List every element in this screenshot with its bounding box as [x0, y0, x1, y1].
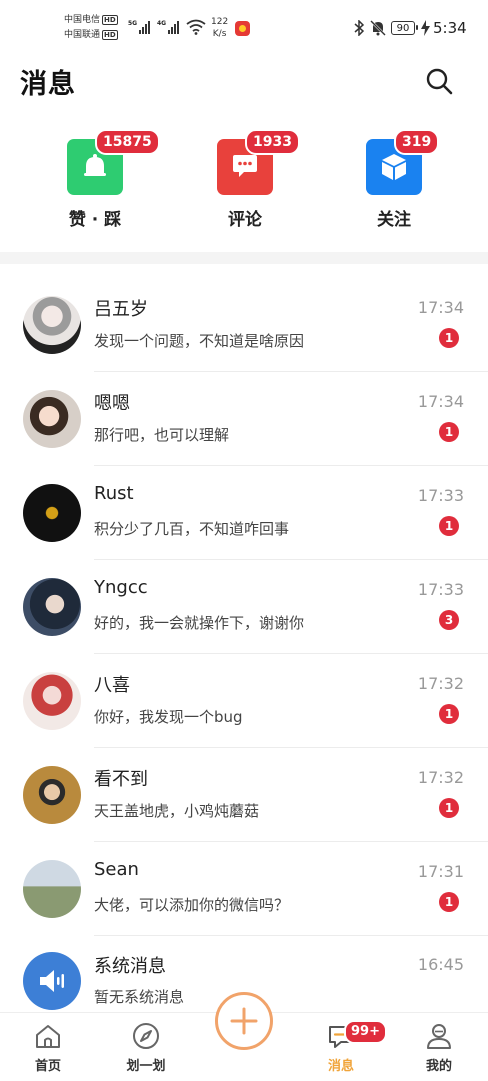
- plus-icon: [230, 1007, 258, 1035]
- list-item[interactable]: Yngcc 好的，我一会就操作下，谢谢你 17:33 3: [0, 546, 488, 640]
- message-time: 17:33: [417, 580, 464, 599]
- battery-indicator: 90: [391, 21, 418, 35]
- category-follows[interactable]: 319 关注: [366, 129, 440, 230]
- page-title: 消息: [20, 69, 76, 100]
- signal-icon: 4G: [157, 20, 180, 34]
- unread-badge: 1: [439, 516, 459, 536]
- message-preview: 好的，我一会就操作下，谢谢你: [94, 614, 305, 632]
- unread-badge: 1: [439, 892, 459, 912]
- follows-count-badge: 319: [394, 129, 440, 155]
- message-time: 17:31: [417, 862, 464, 881]
- avatar: [23, 390, 81, 448]
- contact-name: 系统消息: [94, 956, 166, 977]
- list-item[interactable]: 看不到 天王盖地虎，小鸡炖蘑菇 17:32 1: [0, 734, 488, 828]
- contact-name: 嗯嗯: [94, 393, 130, 414]
- list-item[interactable]: 吕五岁 发现一个问题，不知道是啥原因 17:34 1: [0, 264, 488, 358]
- wifi-icon: [186, 19, 206, 35]
- compass-icon: [133, 1023, 159, 1049]
- message-preview: 你好，我发现一个bug: [94, 708, 243, 726]
- comment-icon: [233, 155, 257, 177]
- mute-bell-icon: [370, 20, 386, 36]
- comments-label: 评论: [228, 210, 262, 230]
- hd-icon: HD: [102, 14, 118, 25]
- nav-discover[interactable]: 划一划: [116, 1021, 176, 1074]
- nav-discover-label: 划一划: [126, 1059, 166, 1074]
- contact-name: Sean: [94, 859, 139, 880]
- message-time: 17:33: [417, 486, 464, 505]
- follows-label: 关注: [377, 210, 411, 230]
- nav-mine[interactable]: 我的: [409, 1021, 469, 1074]
- message-time: 17:34: [417, 298, 464, 317]
- message-time: 17:32: [417, 768, 464, 787]
- comments-count-badge: 1933: [245, 129, 300, 155]
- avatar: [23, 578, 81, 636]
- cube-icon: [382, 154, 406, 180]
- avatar: [23, 672, 81, 730]
- contact-name: 看不到: [94, 769, 148, 790]
- message-preview: 天王盖地虎，小鸡炖蘑菇: [94, 802, 260, 820]
- message-time: 16:45: [417, 955, 464, 974]
- list-item[interactable]: 嗯嗯 那行吧，也可以理解 17:34 1: [0, 358, 488, 452]
- message-preview: 积分少了几百，不知道咋回事: [94, 520, 290, 538]
- status-bar: 中国电信 HD 中国联通 HD 5G 4G 122 K/s 90 5:34: [0, 0, 488, 46]
- avatar: [23, 296, 81, 354]
- home-icon: [36, 1025, 60, 1048]
- carrier-info: 中国电信 HD 中国联通 HD: [64, 13, 118, 43]
- net-speed: 122 K/s: [211, 17, 229, 39]
- bell-icon: [84, 154, 106, 176]
- message-time: 17:34: [417, 392, 464, 411]
- hd-icon: HD: [102, 29, 118, 40]
- message-time: 17:32: [417, 674, 464, 693]
- nav-home-label: 首页: [34, 1059, 61, 1074]
- avatar: [23, 484, 81, 542]
- search-icon[interactable]: [424, 66, 454, 96]
- create-post-button[interactable]: [215, 992, 273, 1050]
- category-comments[interactable]: 1933 评论: [217, 129, 300, 230]
- unread-badge: 1: [439, 704, 459, 724]
- unread-badge: 3: [439, 610, 459, 630]
- message-preview: 暂无系统消息: [94, 988, 185, 1006]
- avatar: [23, 766, 81, 824]
- nav-home[interactable]: 首页: [18, 1021, 78, 1074]
- nav-messages-badge: 99+: [344, 1020, 387, 1044]
- contact-name: Yngcc: [94, 577, 148, 598]
- nav-messages-label: 消息: [327, 1059, 354, 1074]
- unread-badge: 1: [439, 328, 459, 348]
- message-preview: 大佬，可以添加你的微信吗？: [94, 896, 290, 914]
- app-notification-icon: [235, 21, 250, 36]
- message-preview: 发现一个问题，不知道是啥原因: [94, 332, 305, 350]
- speaker-icon: [40, 970, 64, 992]
- list-item[interactable]: 八喜 你好，我发现一个bug 17:32 1: [0, 640, 488, 734]
- list-item[interactable]: Sean 大佬，可以添加你的微信吗？ 17:31 1: [0, 828, 488, 922]
- list-item[interactable]: Rust 积分少了几百，不知道咋回事 17:33 1: [0, 452, 488, 546]
- nav-mine-label: 我的: [425, 1059, 452, 1074]
- avatar: [23, 952, 81, 1010]
- carrier-2: 中国联通: [64, 30, 101, 40]
- carrier-1: 中国电信: [64, 15, 101, 25]
- contact-name: Rust: [94, 483, 134, 504]
- signal-icon: 5G: [128, 20, 151, 34]
- bluetooth-icon: [354, 20, 365, 36]
- category-likes[interactable]: 15875 赞 · 踩: [67, 129, 160, 230]
- section-divider: [0, 252, 488, 264]
- avatar: [23, 860, 81, 918]
- contact-name: 八喜: [94, 675, 130, 696]
- likes-label: 赞 · 踩: [68, 210, 122, 230]
- unread-badge: 1: [439, 798, 459, 818]
- user-icon: [427, 1024, 451, 1049]
- contact-name: 吕五岁: [94, 299, 148, 320]
- clock: 5:34: [433, 19, 467, 37]
- likes-count-badge: 15875: [95, 129, 160, 155]
- message-preview: 那行吧，也可以理解: [94, 426, 230, 444]
- charging-icon: [421, 20, 430, 36]
- unread-badge: 1: [439, 422, 459, 442]
